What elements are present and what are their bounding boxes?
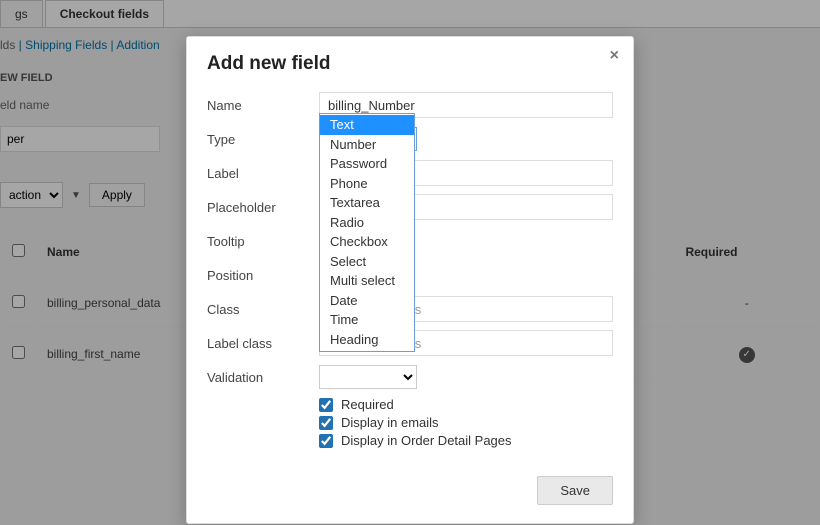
display-emails-checkbox[interactable] bbox=[319, 416, 333, 430]
close-icon[interactable]: × bbox=[610, 47, 619, 65]
dropdown-option[interactable]: Number bbox=[320, 135, 414, 155]
type-label: Type bbox=[207, 132, 319, 147]
type-dropdown-list[interactable]: Text Number Password Phone Textarea Radi… bbox=[319, 113, 415, 352]
add-field-modal: × Add new field Name Type Text Label Pla… bbox=[186, 36, 634, 524]
dropdown-option[interactable]: Password bbox=[320, 154, 414, 174]
dropdown-option[interactable]: Textarea bbox=[320, 193, 414, 213]
required-checkbox[interactable] bbox=[319, 398, 333, 412]
modal-overlay: × Add new field Name Type Text Label Pla… bbox=[0, 0, 820, 525]
modal-title: Add new field bbox=[207, 53, 613, 75]
save-button[interactable]: Save bbox=[537, 476, 613, 505]
display-emails-row[interactable]: Display in emails bbox=[319, 415, 613, 430]
display-emails-label: Display in emails bbox=[341, 415, 439, 430]
tooltip-label: Tooltip bbox=[207, 234, 319, 249]
class-label: Class bbox=[207, 302, 319, 317]
display-order-label: Display in Order Detail Pages bbox=[341, 433, 512, 448]
dropdown-option[interactable]: Heading bbox=[320, 330, 414, 350]
dropdown-option[interactable]: Time bbox=[320, 310, 414, 330]
required-label: Required bbox=[341, 397, 394, 412]
name-label: Name bbox=[207, 98, 319, 113]
placeholder-label: Placeholder bbox=[207, 200, 319, 215]
dropdown-option[interactable]: Select bbox=[320, 252, 414, 272]
dropdown-option[interactable]: Date bbox=[320, 291, 414, 311]
checkbox-group: Required Display in emails Display in Or… bbox=[319, 397, 613, 448]
dropdown-option[interactable]: Phone bbox=[320, 174, 414, 194]
dropdown-option[interactable]: Text bbox=[320, 115, 414, 135]
validation-label: Validation bbox=[207, 370, 319, 385]
dropdown-option[interactable]: Checkbox bbox=[320, 232, 414, 252]
label-label: Label bbox=[207, 166, 319, 181]
position-label: Position bbox=[207, 268, 319, 283]
required-checkbox-row[interactable]: Required bbox=[319, 397, 613, 412]
display-order-checkbox[interactable] bbox=[319, 434, 333, 448]
dropdown-option[interactable]: Multi select bbox=[320, 271, 414, 291]
label-class-label: Label class bbox=[207, 336, 319, 351]
dropdown-option[interactable]: Radio bbox=[320, 213, 414, 233]
validation-select[interactable] bbox=[319, 365, 417, 389]
display-order-row[interactable]: Display in Order Detail Pages bbox=[319, 433, 613, 448]
